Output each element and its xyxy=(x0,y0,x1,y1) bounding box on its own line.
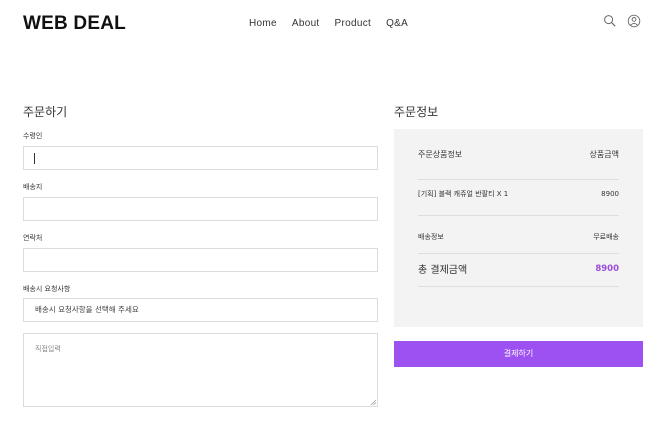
address-label: 배송지 xyxy=(23,183,43,191)
delivery-request-value: 배송시 요청사항을 선택해 주세요 xyxy=(35,305,139,314)
summary-header-row: 주문상품정보 상품금액 xyxy=(418,149,619,160)
text-caret xyxy=(34,153,35,164)
contact-label: 연락처 xyxy=(23,234,43,242)
order-item-name: [기획] 블랙 캐쥬얼 반팔티 X 1 xyxy=(418,190,509,198)
order-form-title: 주문하기 xyxy=(23,105,68,119)
delivery-request-select[interactable]: 배송시 요청사항을 선택해 주세요 xyxy=(23,298,378,322)
pay-button[interactable]: 결제하기 xyxy=(394,341,643,367)
product-amount-label: 상품금액 xyxy=(589,150,619,159)
recipient-field[interactable] xyxy=(23,146,378,170)
order-item-price: 8900 xyxy=(601,190,619,198)
address-field[interactable] xyxy=(23,197,378,221)
nav-qa[interactable]: Q&A xyxy=(386,18,408,29)
main-nav: Home About Product Q&A xyxy=(249,18,423,29)
summary-divider xyxy=(418,253,619,254)
recipient-label: 수령인 xyxy=(23,132,43,140)
shipping-value: 무료배송 xyxy=(593,233,619,241)
order-item-row: [기획] 블랙 캐쥬얼 반팔티 X 1 8900 xyxy=(418,189,619,199)
delivery-request-label: 배송시 요청사항 xyxy=(23,285,71,293)
order-info-title: 주문정보 xyxy=(394,105,439,119)
total-row: 총 결제금액 8900 xyxy=(418,261,619,277)
custom-request-placeholder: 직접입력 xyxy=(35,345,61,353)
resize-handle-icon[interactable] xyxy=(370,399,377,406)
search-icon[interactable] xyxy=(603,13,617,27)
nav-product[interactable]: Product xyxy=(335,18,372,29)
order-summary-panel: 주문상품정보 상품금액 [기획] 블랙 캐쥬얼 반팔티 X 1 8900 배송정… xyxy=(394,129,643,327)
summary-divider xyxy=(418,215,619,216)
contact-field[interactable] xyxy=(23,248,378,272)
product-info-label: 주문상품정보 xyxy=(418,150,463,159)
shipping-row: 배송정보 무료배송 xyxy=(418,232,619,242)
total-value: 8900 xyxy=(595,263,619,274)
user-icon[interactable] xyxy=(627,13,641,28)
site-header: WEB DEAL Home About Product Q&A xyxy=(0,0,666,50)
summary-divider xyxy=(418,179,619,180)
logo[interactable]: WEB DEAL xyxy=(23,13,126,35)
summary-divider xyxy=(418,286,619,287)
total-label: 총 결제금액 xyxy=(418,265,468,276)
shipping-label: 배송정보 xyxy=(418,233,444,241)
custom-request-textarea[interactable]: 직접입력 xyxy=(23,333,378,407)
nav-home[interactable]: Home xyxy=(249,18,277,29)
nav-about[interactable]: About xyxy=(292,18,320,29)
